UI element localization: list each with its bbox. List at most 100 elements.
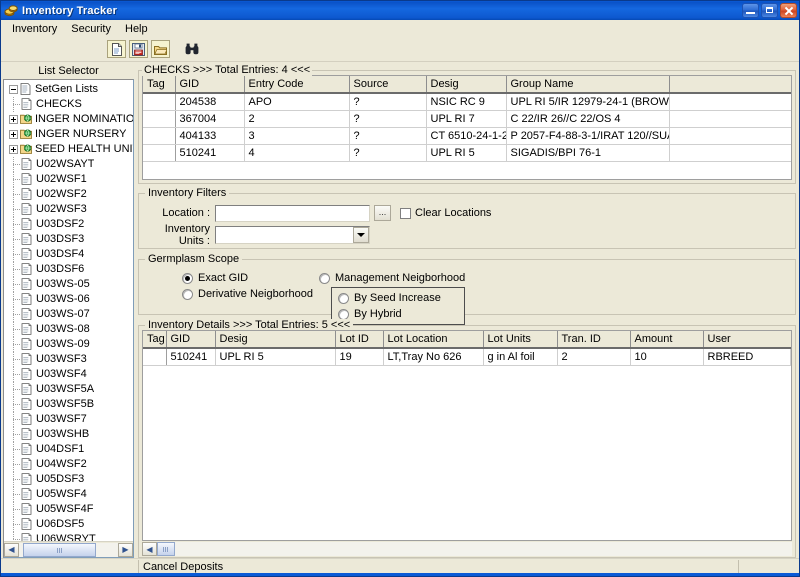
radio-exact-gid-indicator[interactable]	[182, 272, 193, 284]
scroll-track[interactable]	[19, 542, 118, 557]
cell-group_name[interactable]: C 22/IR 26//C 22/OS 4	[506, 110, 670, 128]
location-browse-button[interactable]: ...	[374, 205, 391, 221]
details-col-user[interactable]: User	[703, 331, 791, 349]
details-col-amount[interactable]: Amount	[630, 331, 704, 349]
details-scroll-thumb[interactable]	[157, 542, 175, 556]
cell-desig[interactable]: CT 6510-24-1-2	[426, 127, 507, 145]
checks-col-tag[interactable]: Tag	[143, 76, 176, 94]
sidebar-item-u03dsf2[interactable]: U03DSF2	[6, 217, 133, 232]
cell-tag[interactable]	[143, 127, 176, 145]
cell-source[interactable]: ?	[349, 93, 427, 111]
radio-by-hybrid-indicator[interactable]	[338, 308, 349, 320]
radio-derivative-indicator[interactable]	[182, 288, 193, 300]
cell-source[interactable]: ?	[349, 144, 427, 162]
sidebar-item-u03ws-07[interactable]: U03WS-07	[6, 307, 133, 322]
sidebar-item-u03ws-06[interactable]: U03WS-06	[6, 292, 133, 307]
expand-icon[interactable]	[9, 145, 18, 154]
cell-lot_units[interactable]: g in Al foil	[483, 348, 558, 366]
table-row[interactable]: 510241 4? UPL RI 5 SIGADIS/BPI 76-1	[143, 144, 791, 162]
scroll-thumb[interactable]	[23, 542, 97, 557]
cell-source[interactable]: ?	[349, 110, 427, 128]
cell-lot_location[interactable]: LT,Tray No 626	[383, 348, 484, 366]
cell-group_name[interactable]: P 2057-F4-88-3-1/IRAT 120//SUAKOKO//	[506, 127, 670, 145]
tree-horizontal-scrollbar[interactable]: ◀ ▶	[4, 541, 133, 557]
sidebar-item-u03wsf5b[interactable]: U03WSF5B	[6, 397, 133, 412]
cell-source[interactable]: ?	[349, 127, 427, 145]
details-horizontal-scrollbar[interactable]: ◀	[142, 541, 792, 557]
sidebar-item-u05dsf3[interactable]: U05DSF3	[6, 472, 133, 487]
cell-tag[interactable]	[143, 144, 176, 162]
checks-col-group-name[interactable]: Group Name	[506, 76, 670, 94]
radio-management-indicator[interactable]	[319, 272, 330, 284]
sidebar-item-u03wshb[interactable]: U03WSHB	[6, 427, 133, 442]
sidebar-item-u02wsf2[interactable]: U02WSF2	[6, 187, 133, 202]
cell-entry_code[interactable]: 4	[244, 144, 350, 162]
details-col-lot-location[interactable]: Lot Location	[383, 331, 484, 349]
location-input[interactable]	[215, 204, 370, 222]
expand-icon[interactable]	[9, 115, 18, 124]
tree-node-root[interactable]: SetGen Lists	[6, 82, 133, 97]
checks-grid[interactable]: Tag GID Entry Code Source Desig Group Na…	[142, 75, 792, 180]
sidebar-item-u03dsf3[interactable]: U03DSF3	[6, 232, 133, 247]
details-col-desig[interactable]: Desig	[215, 331, 336, 349]
details-col-tag[interactable]: Tag	[143, 331, 167, 349]
binoculars-icon[interactable]	[182, 40, 201, 58]
details-grid[interactable]: Tag GID Desig Lot ID Lot Location Lot Un…	[142, 330, 792, 541]
table-row[interactable]: 204538 APO? NSIC RC 9 UPL RI 5/IR 12979-24-…	[143, 93, 791, 111]
details-scroll-track[interactable]	[175, 542, 792, 556]
sidebar-item-u03wsf4[interactable]: U03WSF4	[6, 367, 133, 382]
sidebar-item-u03ws-05[interactable]: U03WS-05	[6, 277, 133, 292]
menu-item-security[interactable]: Security	[64, 22, 118, 36]
cell-gid[interactable]: 510241	[166, 348, 216, 366]
cell-entry_code[interactable]: APO	[244, 93, 350, 111]
sidebar-item-u03wsf3[interactable]: U03WSF3	[6, 352, 133, 367]
checks-col-source[interactable]: Source	[349, 76, 427, 94]
sidebar-item-u03ws-09[interactable]: U03WS-09	[6, 337, 133, 352]
sidebar-item-u04wsf2[interactable]: U04WSF2	[6, 457, 133, 472]
sidebar-item-u06wsryt[interactable]: U06WSRYT	[6, 532, 133, 541]
details-col-gid[interactable]: GID	[166, 331, 216, 349]
details-scroll-left-button[interactable]: ◀	[142, 542, 157, 556]
cell-desig[interactable]: NSIC RC 9	[426, 93, 507, 111]
menu-item-help[interactable]: Help	[118, 22, 155, 36]
cell-tran_id[interactable]: 2	[557, 348, 631, 366]
sidebar-item-u06dsf5[interactable]: U06DSF5	[6, 517, 133, 532]
new-document-icon[interactable]	[107, 40, 126, 58]
sidebar-item-inger-nomination-li[interactable]: INGER NOMINATION LI	[6, 112, 133, 127]
radio-management-neighborhood[interactable]: Management Neigborhood	[319, 270, 465, 286]
collapse-icon[interactable]	[9, 85, 18, 94]
cell-tag[interactable]	[143, 93, 176, 111]
cell-tag[interactable]	[143, 110, 176, 128]
details-col-tran-id[interactable]: Tran. ID	[557, 331, 631, 349]
cell-entry_code[interactable]: 2	[244, 110, 350, 128]
sidebar-item-u02wsf3[interactable]: U02WSF3	[6, 202, 133, 217]
list-selector-tree[interactable]: SetGen Lists CHECKS INGER NOMINATION LI IN…	[3, 79, 134, 558]
cell-gid[interactable]: 510241	[175, 144, 245, 162]
restore-button[interactable]	[761, 3, 778, 18]
radio-seed-increase-indicator[interactable]	[338, 292, 349, 304]
sidebar-item-u03dsf6[interactable]: U03DSF6	[6, 262, 133, 277]
clear-locations-checkbox[interactable]	[400, 207, 411, 219]
sidebar-item-inger-nursery[interactable]: INGER NURSERY	[6, 127, 133, 142]
sidebar-item-u05wsf4f[interactable]: U05WSF4F	[6, 502, 133, 517]
minimize-button[interactable]	[742, 3, 759, 18]
sidebar-item-u05wsf4[interactable]: U05WSF4	[6, 487, 133, 502]
close-button[interactable]	[780, 3, 797, 18]
cell-desig[interactable]: UPL RI 5	[426, 144, 507, 162]
cell-entry_code[interactable]: 3	[244, 127, 350, 145]
cell-amount[interactable]: 10	[630, 348, 704, 366]
sidebar-item-seed-health-unit[interactable]: SEED HEALTH UNIT	[6, 142, 133, 157]
cell-desig[interactable]: UPL RI 7	[426, 110, 507, 128]
sidebar-item-u03dsf4[interactable]: U03DSF4	[6, 247, 133, 262]
expand-icon[interactable]	[9, 130, 18, 139]
cell-user[interactable]: RBREED	[703, 348, 791, 366]
scroll-left-button[interactable]: ◀	[4, 542, 19, 557]
open-folder-icon[interactable]	[151, 40, 170, 58]
sidebar-item-u04dsf1[interactable]: U04DSF1	[6, 442, 133, 457]
cell-tag[interactable]	[143, 348, 167, 366]
checks-col-entry-code[interactable]: Entry Code	[244, 76, 350, 94]
chevron-down-icon[interactable]	[353, 227, 369, 243]
cell-group_name[interactable]: UPL RI 5/IR 12979-24-1 (BROWN)	[506, 93, 670, 111]
scroll-right-button[interactable]: ▶	[118, 542, 133, 557]
cell-gid[interactable]: 204538	[175, 93, 245, 111]
